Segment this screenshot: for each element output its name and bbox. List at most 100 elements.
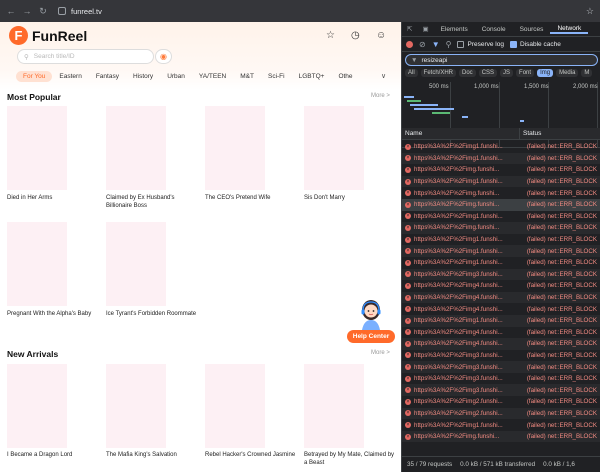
forward-icon[interactable]: → (22, 6, 32, 16)
table-row[interactable]: × https%3A%2F%2Fimg3.funshi... (failed) ne… (402, 268, 600, 281)
book-title[interactable]: Ice Tyrant's Forbidden Roommate (106, 310, 200, 318)
table-row[interactable]: × https%3A%2F%2Fimg3.funshi... (failed) ne… (402, 373, 600, 385)
book-cover[interactable] (106, 222, 166, 306)
tab-fantasy[interactable]: Fantasy (89, 71, 126, 82)
table-row[interactable]: × https%3A%2F%2Fimg.funshi... (failed) net… (402, 222, 600, 234)
type-img[interactable]: Img (537, 69, 554, 77)
inspect-element-icon[interactable]: ⇱ (402, 25, 417, 33)
book-title[interactable]: The CEO's Pretend Wife (205, 194, 299, 202)
book-cover[interactable] (106, 364, 166, 448)
tab-ya-teen[interactable]: YA/TEEN (192, 71, 233, 82)
table-row[interactable]: × https%3A%2F%2Fimg4.funshi... (failed) ne… (402, 338, 600, 350)
book-cover[interactable] (7, 106, 67, 190)
back-icon[interactable]: ← (6, 6, 16, 16)
table-row[interactable]: × https%3A%2F%2Fimg3.funshi... (failed) ne… (402, 384, 600, 397)
table-row[interactable]: × https%3A%2F%2Fimg1.funshi... (failed) ne… (402, 141, 600, 153)
table-row[interactable]: × https%3A%2F%2Fimg.funshi... (failed) net… (402, 430, 600, 443)
table-row[interactable]: × https%3A%2F%2Fimg1.funshi... (failed) ne… (402, 419, 600, 431)
tab-elements[interactable]: Elements (434, 26, 475, 33)
book-title[interactable]: The Mafia King's Salvation (106, 451, 200, 459)
bookmark-star-icon[interactable]: ☆ (586, 6, 594, 17)
column-name-header[interactable]: Name (402, 127, 520, 140)
reload-icon[interactable]: ↻ (38, 6, 48, 17)
type-css[interactable]: CSS (478, 69, 498, 77)
type-js[interactable]: JS (500, 69, 514, 77)
type-manifest[interactable]: M (581, 69, 593, 77)
table-row[interactable]: × https%3A%2F%2Fimg1.funshi... (failed) ne… (402, 257, 600, 269)
book-cover[interactable] (106, 106, 166, 190)
disable-cache-checkbox[interactable]: Disable cache (509, 40, 561, 48)
table-row[interactable]: × https%3A%2F%2Fimg4.funshi... (failed) ne… (402, 280, 600, 292)
tab-network[interactable]: Network (550, 25, 589, 34)
user-icon[interactable]: ☺ (376, 30, 386, 41)
site-info-icon[interactable] (58, 7, 66, 15)
more-link-most-popular[interactable]: More > (371, 93, 390, 99)
table-row[interactable]: × https%3A%2F%2Fimg1.funshi... (failed) ne… (402, 245, 600, 257)
tab-eastern[interactable]: Eastern (52, 71, 88, 82)
search-icon[interactable]: ⚲ (446, 40, 452, 49)
help-center-widget[interactable]: Help Center (347, 298, 395, 346)
column-status-header[interactable]: Status (520, 130, 541, 137)
book-title[interactable]: Sis Don't Marry (304, 194, 398, 202)
book-title[interactable]: Died in Her Arms (7, 194, 101, 202)
table-row[interactable]: × https%3A%2F%2Fimg.funshi... (failed) net… (402, 164, 600, 176)
tab-history[interactable]: History (126, 71, 160, 82)
table-row[interactable]: × https%3A%2F%2Fimg2.funshi... (failed) ne… (402, 407, 600, 420)
book-title[interactable]: Pregnant With the Alpha's Baby (7, 310, 101, 318)
filter-icon[interactable]: ▼ (432, 40, 440, 49)
book-title[interactable]: Rebel Hacker's Crowned Jasmine (205, 451, 299, 459)
chevron-down-icon[interactable]: ∨ (381, 72, 386, 80)
globe-language-button[interactable]: ◉ (155, 49, 172, 64)
more-link-new-arrivals[interactable]: More > (371, 350, 390, 356)
book-title[interactable]: Claimed by Ex Husband's Billionaire Boss (106, 194, 200, 210)
book-title[interactable]: Betrayed by My Mate, Claimed by a Beast (304, 451, 398, 467)
table-row[interactable]: × https%3A%2F%2Fimg4.funshi... (failed) ne… (402, 327, 600, 339)
tab-for-you[interactable]: For You (16, 71, 53, 82)
error-icon: × (405, 387, 411, 394)
table-row[interactable]: × https%3A%2F%2Fimg4.funshi... (failed) ne… (402, 303, 600, 315)
request-name: https%3A%2F%2Fimg3.funshi... (414, 351, 503, 359)
tab-urban[interactable]: Urban (160, 71, 192, 82)
search-input[interactable]: ⚲ Search title/ID (17, 49, 154, 64)
table-row[interactable]: × https%3A%2F%2Fimg3.funshi... (failed) ne… (402, 361, 600, 373)
type-font[interactable]: Font (516, 69, 535, 77)
site-logo[interactable]: F FunReel (9, 26, 87, 45)
help-center-button[interactable]: Help Center (347, 330, 395, 343)
preserve-log-checkbox[interactable]: Preserve log (457, 40, 504, 48)
star-icon[interactable]: ☆ (326, 30, 335, 41)
book-cover[interactable] (7, 364, 67, 448)
device-toolbar-icon[interactable]: ▣ (417, 25, 433, 33)
tab-m-t[interactable]: M&T (233, 71, 261, 82)
address-bar[interactable]: funreel.tv (58, 7, 102, 16)
tab-sources[interactable]: Sources (513, 26, 551, 33)
table-row[interactable]: × https%3A%2F%2Fimg.funshi... (failed) net… (402, 198, 600, 211)
network-filter-input[interactable]: ▼ resizeapi (405, 54, 598, 66)
tab-other[interactable]: Othe (331, 71, 359, 82)
table-row[interactable]: × https%3A%2F%2Fimg4.funshi... (failed) ne… (402, 291, 600, 304)
tab-console[interactable]: Console (475, 26, 513, 33)
table-row[interactable]: × https%3A%2F%2Fimg2.funshi... (failed) ne… (402, 396, 600, 408)
book-title[interactable]: I Became a Dragon Lord (7, 451, 101, 459)
type-all[interactable]: All (405, 69, 418, 77)
book-cover[interactable] (205, 106, 265, 190)
type-doc[interactable]: Doc (459, 69, 476, 77)
error-icon: × (405, 364, 411, 371)
book-cover[interactable] (304, 106, 364, 190)
book-cover[interactable] (205, 364, 265, 448)
type-media[interactable]: Media (556, 69, 579, 77)
table-row[interactable]: × https%3A%2F%2Fimg1.funshi... (failed) ne… (402, 211, 600, 223)
record-icon[interactable] (406, 41, 413, 48)
table-row[interactable]: × https%3A%2F%2Fimg1.funshi... (failed) ne… (402, 175, 600, 188)
table-row[interactable]: × https%3A%2F%2Fimg1.funshi... (failed) ne… (402, 152, 600, 165)
clear-icon[interactable]: ⊘ (419, 40, 426, 49)
table-row[interactable]: × https%3A%2F%2Fimg1.funshi... (failed) ne… (402, 314, 600, 327)
tab-lgbtq[interactable]: LGBTQ+ (292, 71, 332, 82)
table-row[interactable]: × https%3A%2F%2Fimg.funshi... (failed) net… (402, 187, 600, 199)
book-cover[interactable] (7, 222, 67, 306)
table-row[interactable]: × https%3A%2F%2Fimg1.funshi... (failed) ne… (402, 234, 600, 246)
tab-sci-fi[interactable]: Sci-Fi (261, 71, 292, 82)
book-cover[interactable] (304, 364, 364, 448)
table-row[interactable]: × https%3A%2F%2Fimg3.funshi... (failed) ne… (402, 350, 600, 362)
type-fetch-xhr[interactable]: Fetch/XHR (420, 69, 457, 77)
history-clock-icon[interactable]: ◷ (351, 30, 360, 41)
